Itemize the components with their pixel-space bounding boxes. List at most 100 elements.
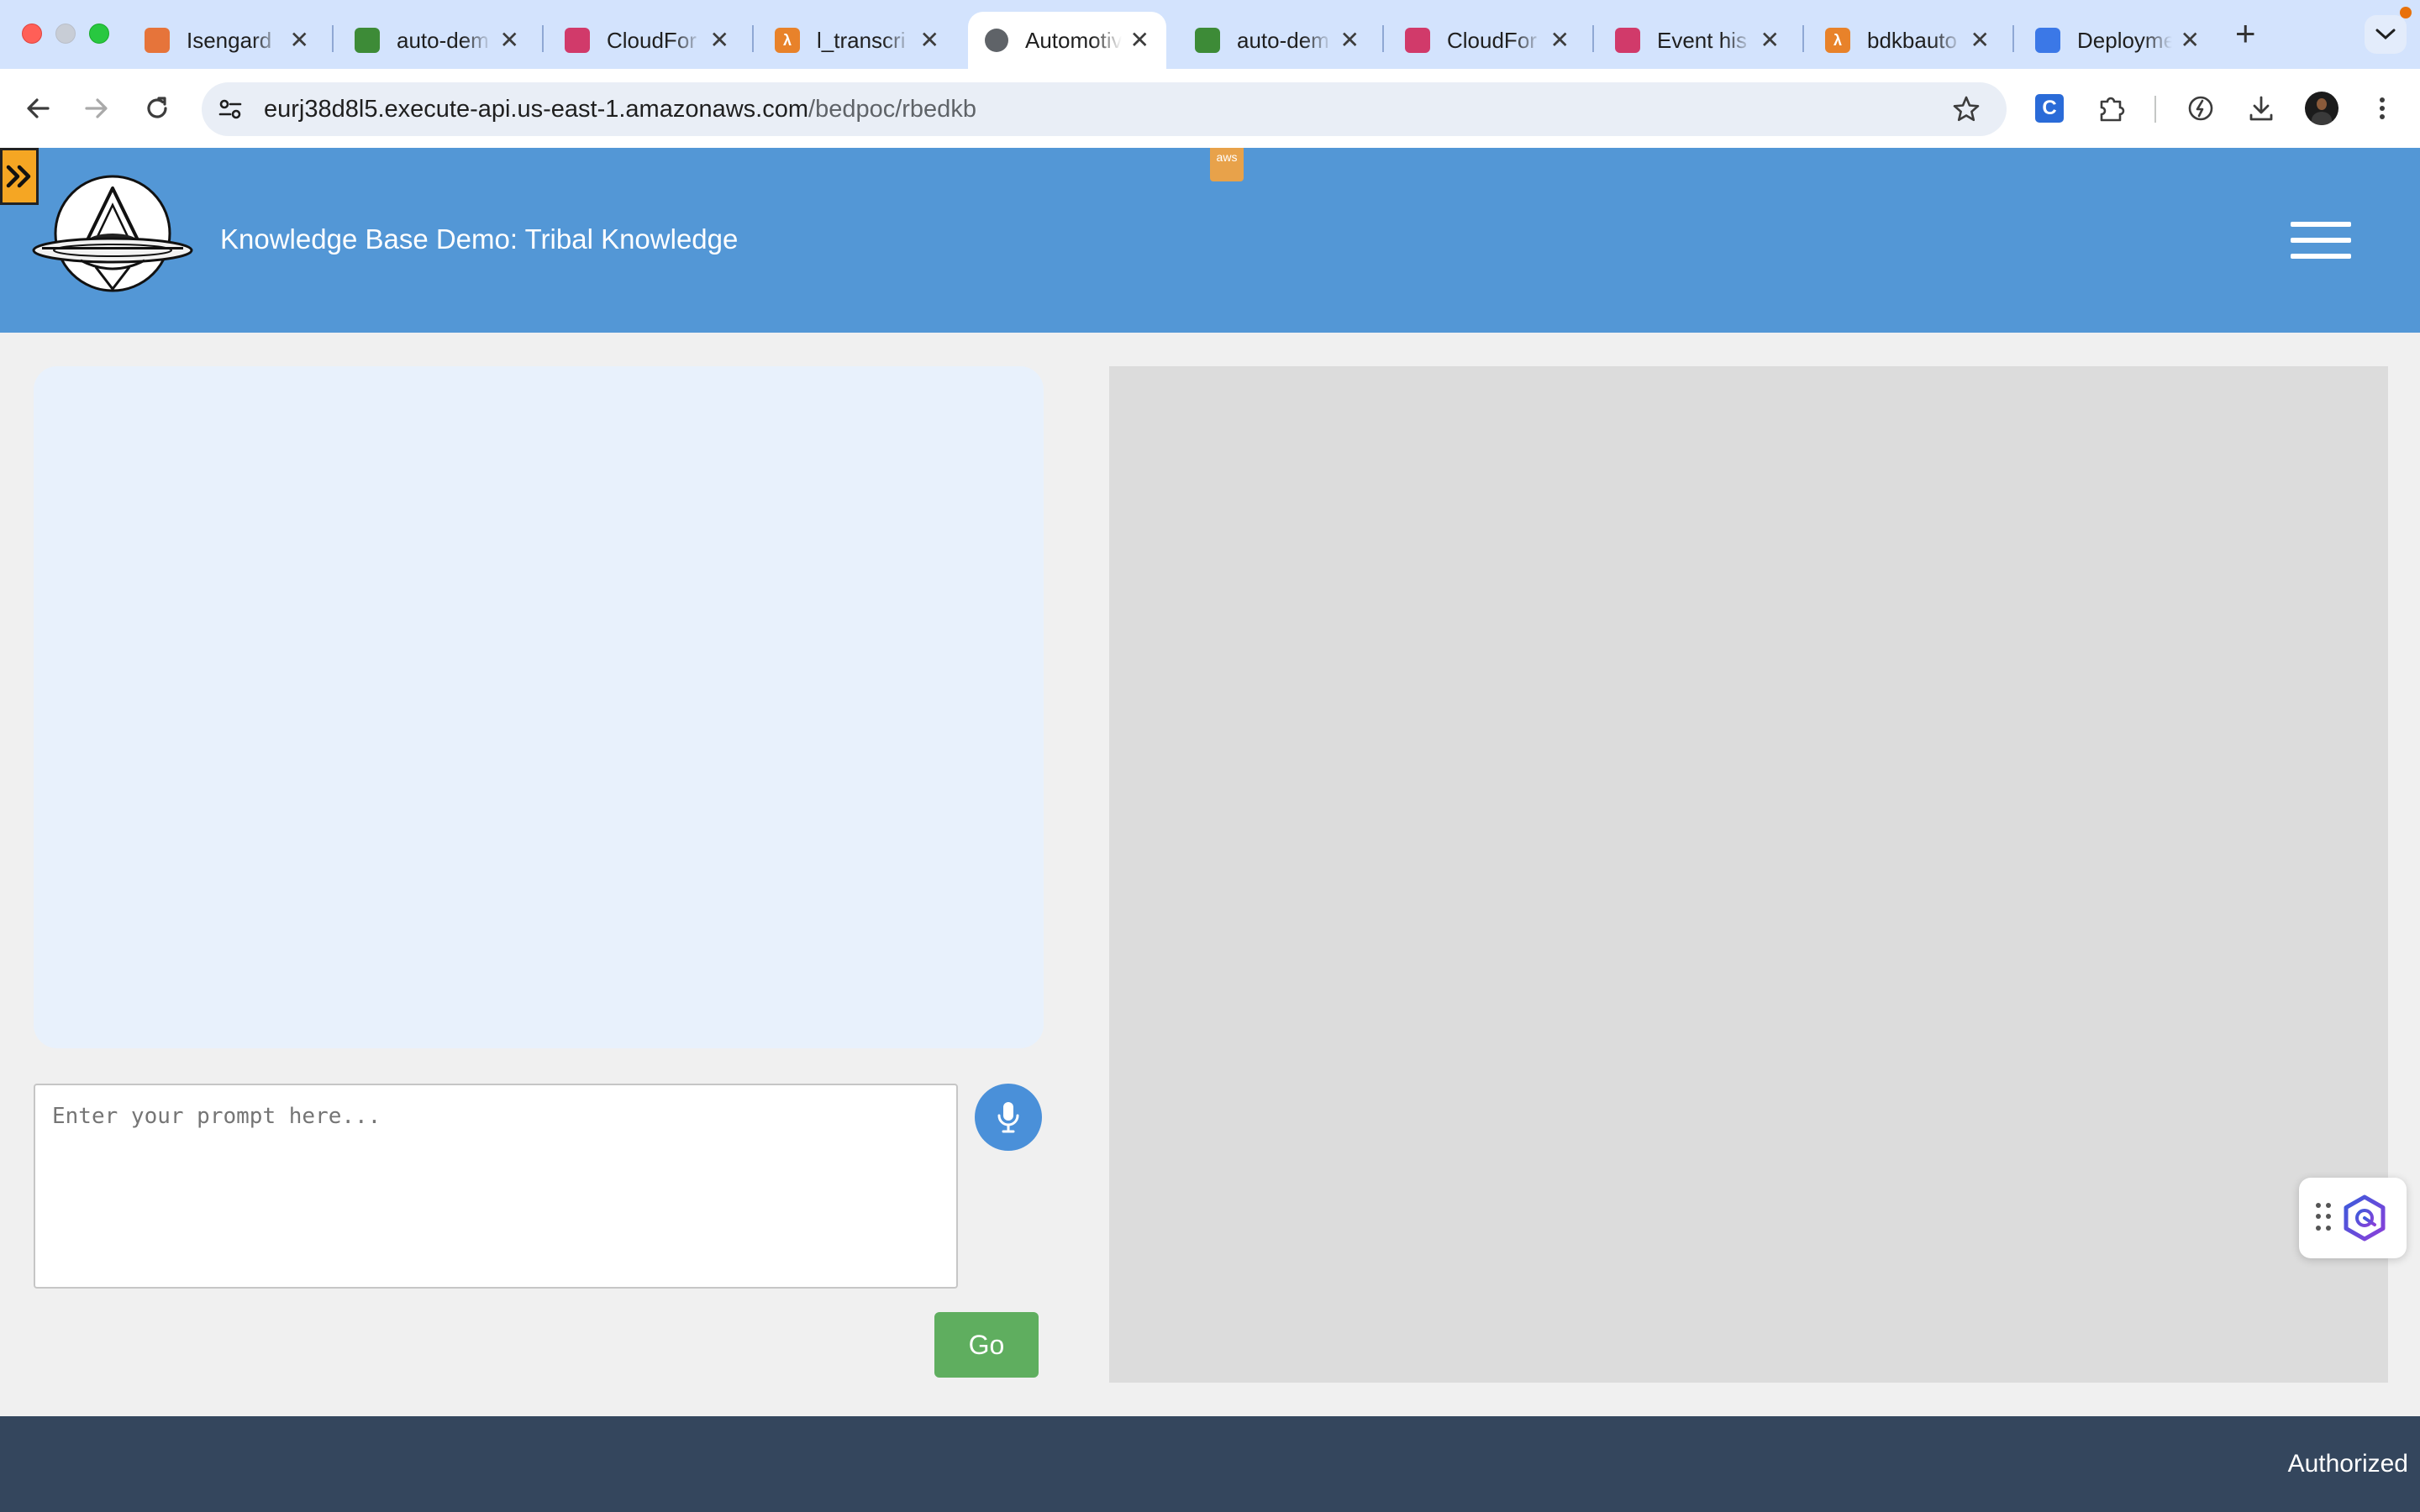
tab-title: Isengard	[187, 27, 272, 53]
tab-close-icon[interactable]: ✕	[290, 29, 309, 52]
arrow-right-icon	[85, 98, 108, 118]
tab-title: CloudFor	[1447, 27, 1537, 53]
hamburger-menu-button[interactable]	[2291, 222, 2351, 259]
browser-tab-bar: Isengard ✕ auto-dem ✕ CloudFor ✕ λ l_transcri ✕ A…	[0, 0, 2420, 69]
profile-button[interactable]	[2301, 87, 2343, 129]
site-info-icon[interactable]	[217, 96, 244, 123]
browser-tab[interactable]: λ l_transcri ✕	[758, 12, 956, 69]
site-logo[interactable]	[30, 173, 195, 299]
globe-icon	[985, 29, 1008, 52]
tab-separator	[1382, 25, 1384, 52]
browser-menu-button[interactable]	[2361, 87, 2403, 129]
auth-status-text: Authorized	[2287, 1450, 2408, 1478]
download-icon	[2249, 96, 2273, 121]
tab-favicon-icon	[1615, 28, 1640, 53]
browser-tab[interactable]: Deployme ✕	[2018, 12, 2217, 69]
tab-title: l_transcri	[817, 27, 906, 53]
tab-title: Deployme	[2077, 27, 2172, 53]
tab-separator	[752, 25, 754, 52]
tab-favicon-icon: λ	[1825, 28, 1850, 53]
update-indicator	[2400, 7, 2412, 18]
tab-title: CloudFor	[607, 27, 697, 53]
browser-tab[interactable]: λ bdkbauto ✕	[1808, 12, 2007, 69]
extension-c-icon: C	[2035, 94, 2064, 123]
url-host: eurj38d8l5.execute-api.us-east-1.amazona…	[264, 96, 809, 123]
browser-tab[interactable]: auto-dem ✕	[1178, 12, 1376, 69]
tab-close-icon[interactable]: ✕	[2181, 29, 2200, 52]
window-close-button[interactable]	[22, 24, 42, 44]
more-vertical-icon	[2380, 97, 2385, 119]
tab-title: bdkbauto	[1867, 27, 1957, 53]
go-button[interactable]: Go	[934, 1312, 1039, 1378]
site-footer: Authorized	[0, 1416, 2420, 1512]
tab-title: auto-dem	[397, 27, 489, 53]
page-title: Knowledge Base Demo: Tribal Knowledge	[220, 223, 739, 255]
microphone-button[interactable]	[975, 1084, 1042, 1151]
tab-separator	[2012, 25, 2014, 52]
tab-close-icon[interactable]: ✕	[1550, 29, 1570, 52]
chat-history-panel	[34, 366, 1044, 1048]
browser-tab[interactable]: CloudFor ✕	[1388, 12, 1586, 69]
chevron-down-icon	[2375, 29, 2396, 40]
tab-close-icon[interactable]: ✕	[920, 29, 939, 52]
tab-title: Automotiv	[1025, 27, 1122, 53]
tab-favicon-icon	[145, 28, 170, 53]
assistant-logo-icon[interactable]	[2341, 1194, 2388, 1242]
tab-title: Event his	[1657, 27, 1747, 53]
web-page: aws Knowledge Base Demo: Tribal Knowledg…	[0, 148, 2420, 1512]
sidebar-toggle-button[interactable]	[0, 148, 39, 205]
bookmark-star-icon[interactable]	[1951, 94, 1981, 124]
back-button[interactable]	[17, 87, 59, 129]
browser-tab[interactable]: CloudFor ✕	[548, 12, 746, 69]
hamburger-icon-bar	[2291, 254, 2351, 259]
avatar	[2305, 92, 2338, 125]
window-minimize-button[interactable]	[55, 24, 76, 44]
window-zoom-button[interactable]	[89, 24, 109, 44]
reload-button[interactable]	[136, 87, 178, 129]
browser-tab[interactable]: Event his ✕	[1598, 12, 1797, 69]
tab-close-icon[interactable]: ✕	[1970, 29, 1990, 52]
tab-search-button[interactable]	[2365, 15, 2407, 54]
performance-button[interactable]	[2180, 87, 2222, 129]
url-path: /bedpoc/rbedkb	[808, 96, 976, 123]
tab-separator	[332, 25, 334, 52]
browser-tab[interactable]: Isengard ✕	[128, 12, 326, 69]
tab-close-icon[interactable]: ✕	[1760, 29, 1780, 52]
tab-favicon-icon	[355, 28, 380, 53]
tab-favicon-icon: λ	[775, 28, 800, 53]
url-text[interactable]: eurj38d8l5.execute-api.us-east-1.amazona…	[264, 82, 976, 136]
tab-close-icon[interactable]: ✕	[710, 29, 729, 52]
document-preview-panel	[1109, 366, 2388, 1383]
extension-c-button[interactable]: C	[2028, 87, 2070, 129]
tab-favicon-icon	[1195, 28, 1220, 53]
hamburger-icon-bar	[2291, 238, 2351, 243]
floating-assistant-widget[interactable]	[2299, 1178, 2407, 1258]
microphone-icon	[997, 1102, 1019, 1133]
reload-icon	[147, 97, 167, 118]
hamburger-icon-bar	[2291, 222, 2351, 227]
arrow-left-icon	[27, 98, 50, 118]
extensions-button[interactable]	[2091, 87, 2133, 129]
forward-button[interactable]	[76, 87, 118, 129]
tab-favicon-icon	[1405, 28, 1430, 53]
site-header: aws Knowledge Base Demo: Tribal Knowledg…	[0, 148, 2420, 333]
prompt-input[interactable]	[34, 1084, 958, 1289]
new-tab-button[interactable]: +	[2235, 16, 2256, 51]
toolbar-divider	[2154, 96, 2156, 123]
browser-toolbar: eurj38d8l5.execute-api.us-east-1.amazona…	[0, 69, 2420, 148]
tab-separator	[542, 25, 544, 52]
tab-close-icon[interactable]: ✕	[1130, 29, 1150, 52]
tab-separator	[1802, 25, 1804, 52]
tab-favicon-icon	[2035, 28, 2060, 53]
aws-badge: aws	[1210, 148, 1244, 181]
tab-close-icon[interactable]: ✕	[1340, 29, 1360, 52]
browser-tab[interactable]: Automotiv ✕	[968, 12, 1166, 69]
puzzle-icon	[2100, 97, 2125, 122]
downloads-button[interactable]	[2240, 87, 2282, 129]
drag-handle-icon[interactable]	[2316, 1203, 2331, 1233]
browser-tab[interactable]: auto-dem ✕	[338, 12, 536, 69]
address-bar[interactable]: eurj38d8l5.execute-api.us-east-1.amazona…	[202, 82, 2007, 136]
speed-icon	[2188, 96, 2213, 121]
tab-favicon-icon	[565, 28, 590, 53]
tab-close-icon[interactable]: ✕	[500, 29, 519, 52]
